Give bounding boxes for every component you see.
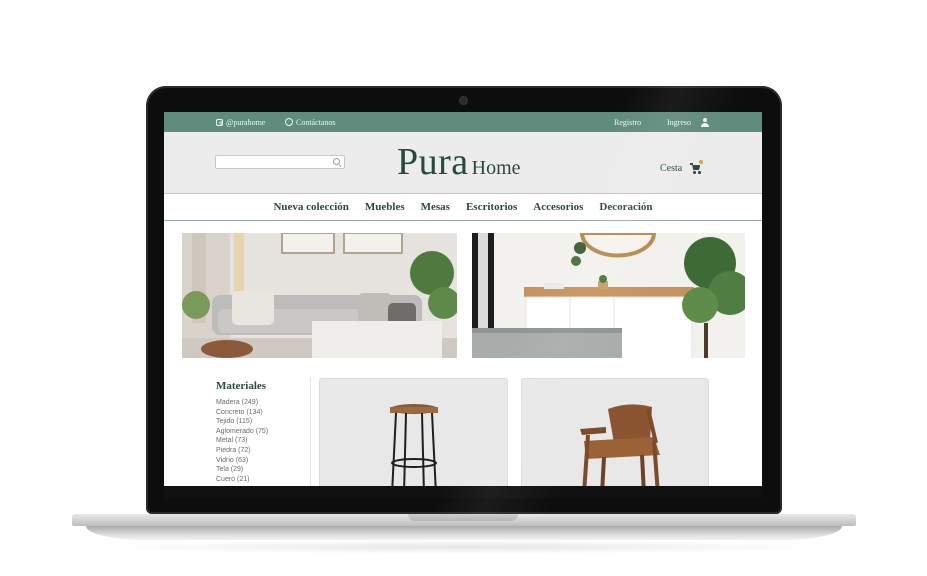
contact-link[interactable]: Contáctanos <box>285 112 336 132</box>
banner-living-room[interactable] <box>182 233 457 358</box>
whatsapp-icon <box>285 118 293 126</box>
search-icon[interactable] <box>333 158 340 165</box>
material-item[interactable]: Piedra (72) <box>216 446 311 456</box>
main-nav: Nueva colección Muebles Mesas Escritorio… <box>164 194 762 221</box>
sidebar-divider <box>310 378 311 486</box>
laptop-bottom-bezel <box>164 486 762 498</box>
cart-badge <box>699 160 704 164</box>
material-item[interactable]: Aglomerado (75) <box>216 427 311 437</box>
banner-bedroom[interactable] <box>472 233 745 358</box>
living-room-sofa-image <box>182 233 457 358</box>
user-icon <box>700 117 709 127</box>
webcam-icon <box>460 97 467 104</box>
logo-sub-text: Home <box>471 157 521 179</box>
website-screen: @purahome Contáctanos Registro Ingreso P… <box>164 112 762 486</box>
material-item[interactable]: Vidrio (63) <box>216 456 311 466</box>
instagram-label: @purahome <box>226 117 266 127</box>
materials-title: Materiales <box>216 380 267 392</box>
instagram-link[interactable]: @purahome <box>216 112 265 132</box>
nav-item-muebles[interactable]: Muebles <box>365 201 405 213</box>
search-box[interactable] <box>215 155 345 169</box>
search-input[interactable] <box>219 157 329 167</box>
materials-filter: Materiales Madera (249) Concreto (134) T… <box>216 380 311 484</box>
logo-main-text: Pura <box>397 141 469 183</box>
material-item[interactable]: Tela (29) <box>216 465 311 475</box>
nav-item-nueva-coleccion[interactable]: Nueva colección <box>273 201 348 213</box>
register-label: Registro <box>614 117 642 127</box>
register-link[interactable]: Registro <box>614 112 641 132</box>
bar-stool-image <box>390 404 438 486</box>
laptop-base-lip <box>86 526 842 540</box>
laptop-notch <box>408 514 518 521</box>
material-item[interactable]: Cuero (21) <box>216 475 311 485</box>
bedroom-dresser-image <box>472 233 745 358</box>
site-header: Pura Home Cesta <box>164 132 762 194</box>
product-card[interactable] <box>319 378 508 486</box>
material-item[interactable]: Tejido (115) <box>216 417 311 427</box>
top-bar: @purahome Contáctanos Registro Ingreso <box>164 112 762 132</box>
materials-list: Madera (249) Concreto (134) Tejido (115)… <box>216 398 311 484</box>
wooden-armchair-image <box>580 404 660 486</box>
login-link[interactable]: Ingreso <box>667 112 709 132</box>
material-item[interactable]: Concreto (134) <box>216 408 311 418</box>
contact-label: Contáctanos <box>296 117 336 127</box>
nav-item-decoracion[interactable]: Decoración <box>599 201 652 213</box>
cart-label: Cesta <box>660 163 683 174</box>
nav-item-accesorios[interactable]: Accesorios <box>533 201 583 213</box>
product-card[interactable] <box>521 378 709 486</box>
material-item[interactable]: Metal (73) <box>216 436 311 446</box>
material-item[interactable]: Madera (249) <box>216 398 311 408</box>
laptop-shadow <box>100 540 828 554</box>
instagram-icon <box>216 118 223 126</box>
cart-icon <box>690 160 704 174</box>
nav-item-mesas[interactable]: Mesas <box>421 201 450 213</box>
login-label: Ingreso <box>667 117 691 127</box>
site-logo[interactable]: Pura Home <box>397 140 521 183</box>
nav-item-escritorios[interactable]: Escritorios <box>466 201 517 213</box>
cart-button[interactable]: Cesta <box>660 160 704 174</box>
